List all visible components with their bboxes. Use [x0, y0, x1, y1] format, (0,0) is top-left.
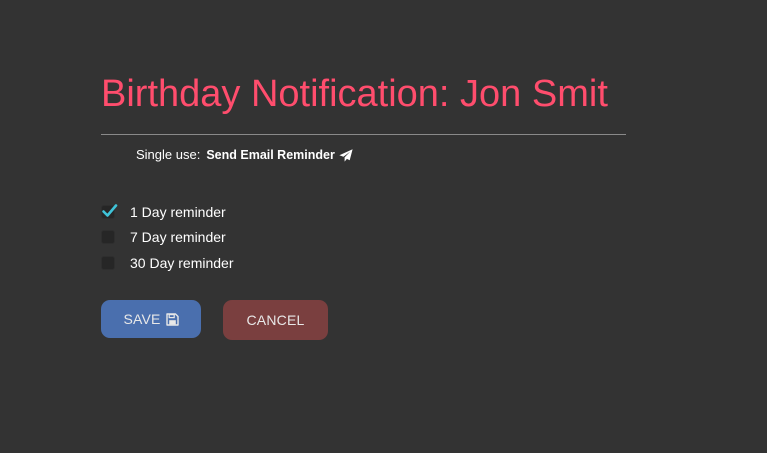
reminder-label: 7 Day reminder	[130, 229, 226, 246]
send-email-reminder-link[interactable]: Send Email Reminder	[206, 146, 353, 164]
checkmark-icon	[102, 203, 118, 217]
reminder-option-7-day[interactable]: 7 Day reminder	[101, 225, 234, 251]
reminder-option-30-day[interactable]: 30 Day reminder	[101, 250, 234, 276]
send-email-reminder-label: Send Email Reminder	[206, 148, 335, 162]
single-use-row: Single use: Send Email Reminder	[136, 146, 353, 164]
cancel-button[interactable]: CANCEL	[223, 300, 328, 340]
reminder-checkbox-30-day[interactable]	[101, 255, 115, 270]
save-button-label: SAVE	[123, 311, 161, 327]
reminder-label: 1 Day reminder	[130, 203, 226, 220]
paper-plane-icon	[339, 148, 353, 162]
save-button[interactable]: SAVE	[101, 300, 201, 338]
single-use-label: Single use:	[136, 147, 201, 162]
reminder-checkbox-1-day[interactable]	[101, 203, 118, 219]
reminder-option-1-day[interactable]: 1 Day reminder	[101, 199, 234, 225]
title-divider	[101, 134, 626, 135]
floppy-disk-icon	[165, 312, 179, 326]
reminder-checkbox-7-day[interactable]	[101, 230, 115, 245]
reminder-label: 30 Day reminder	[130, 254, 234, 271]
page-title: Birthday Notification: Jon Smit	[101, 73, 608, 115]
reminder-list: 1 Day reminder 7 Day reminder 30 Day rem…	[101, 199, 234, 276]
